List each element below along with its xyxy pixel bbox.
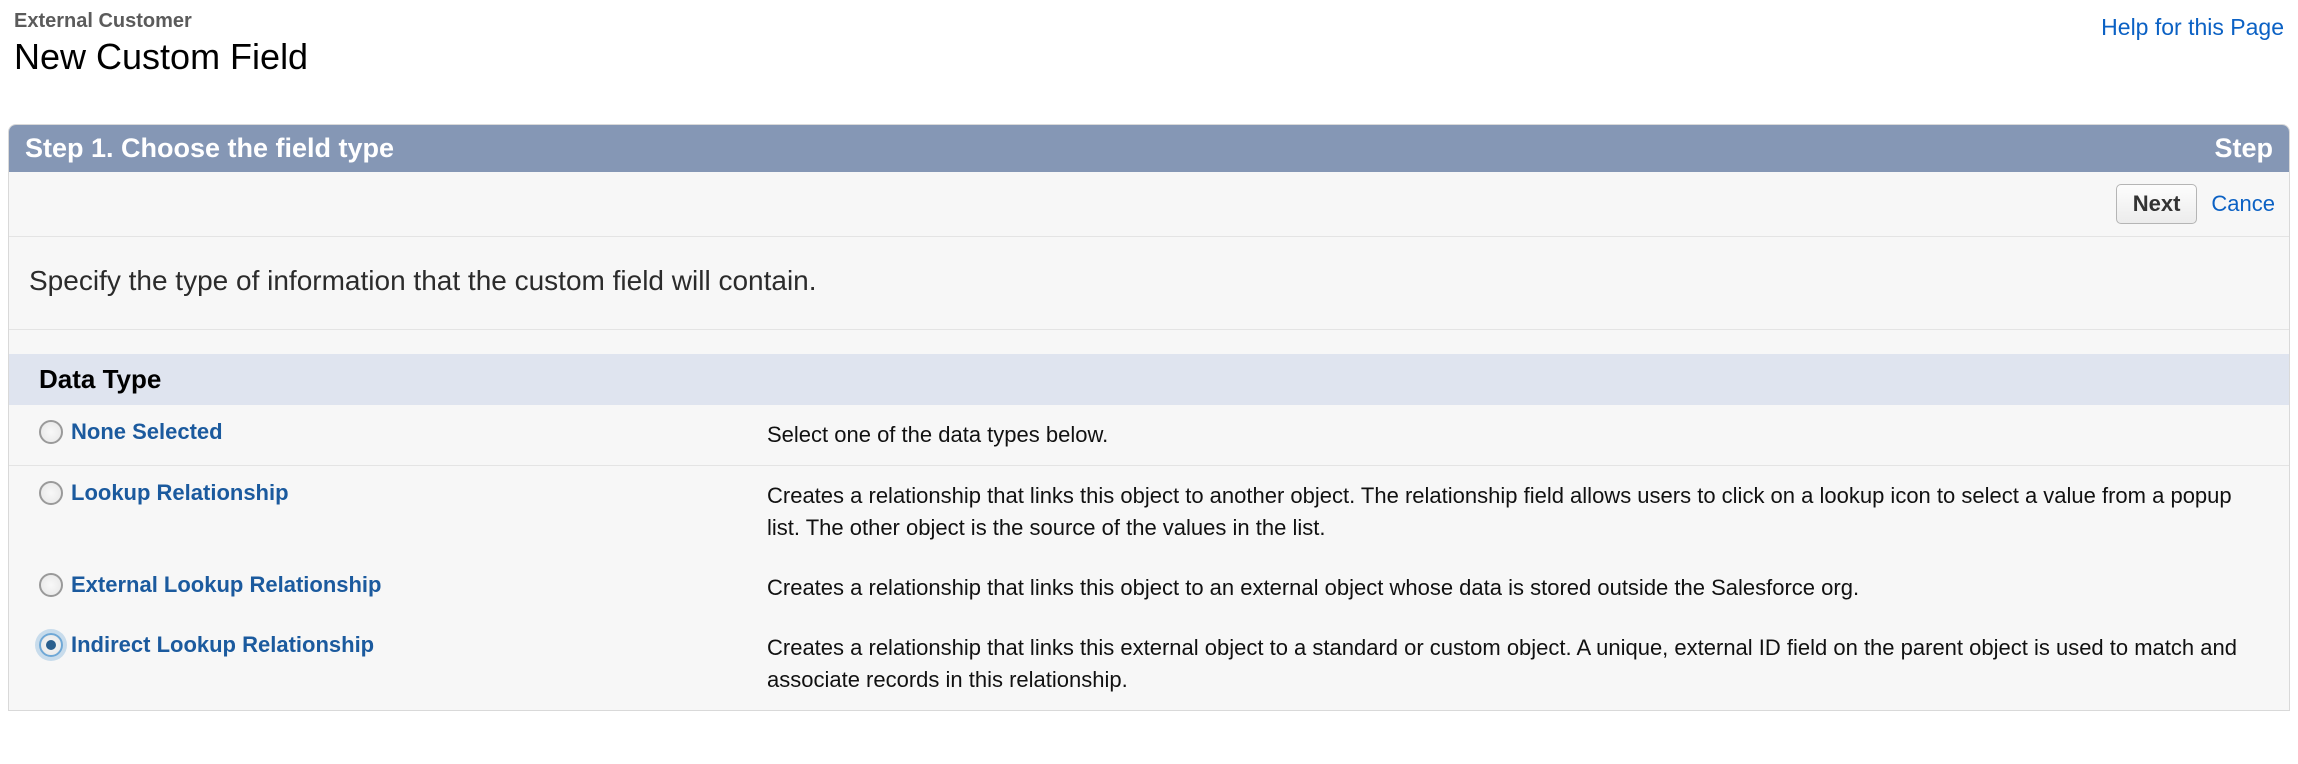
help-link[interactable]: Help for this Page [2101,10,2284,41]
radio-external-lookup-relationship[interactable] [39,573,63,597]
radio-lookup-relationship[interactable] [39,481,63,505]
step-indicator: Step [2214,133,2273,164]
option-label[interactable]: Lookup Relationship [71,480,289,506]
wizard-toolbar: Next Cance [9,172,2289,237]
next-button[interactable]: Next [2116,184,2198,224]
wizard-panel: Step 1. Choose the field type Step Next … [8,124,2290,710]
option-label[interactable]: External Lookup Relationship [71,572,381,598]
option-label[interactable]: None Selected [71,419,223,445]
option-row-lookup: Lookup Relationship Creates a relationsh… [9,466,2289,558]
option-description: Creates a relationship that links this e… [767,632,2269,696]
page-title: New Custom Field [14,35,308,78]
option-description: Creates a relationship that links this o… [767,480,2269,544]
option-description: Creates a relationship that links this o… [767,572,2269,604]
option-row-external-lookup: External Lookup Relationship Creates a r… [9,558,2289,618]
instruction-text: Specify the type of information that the… [9,237,2289,330]
breadcrumb: External Customer [14,10,308,33]
step-header: Step 1. Choose the field type Step [9,125,2289,172]
radio-indirect-lookup-relationship[interactable] [39,633,63,657]
option-row-indirect-lookup: Indirect Lookup Relationship Creates a r… [9,618,2289,710]
cancel-link[interactable]: Cance [2211,191,2275,217]
datatype-section-header: Data Type [9,354,2289,405]
option-description: Select one of the data types below. [767,419,2269,451]
option-row-none: None Selected Select one of the data typ… [9,405,2289,466]
radio-none-selected[interactable] [39,420,63,444]
step-title: Step 1. Choose the field type [25,133,394,164]
option-label[interactable]: Indirect Lookup Relationship [71,632,374,658]
